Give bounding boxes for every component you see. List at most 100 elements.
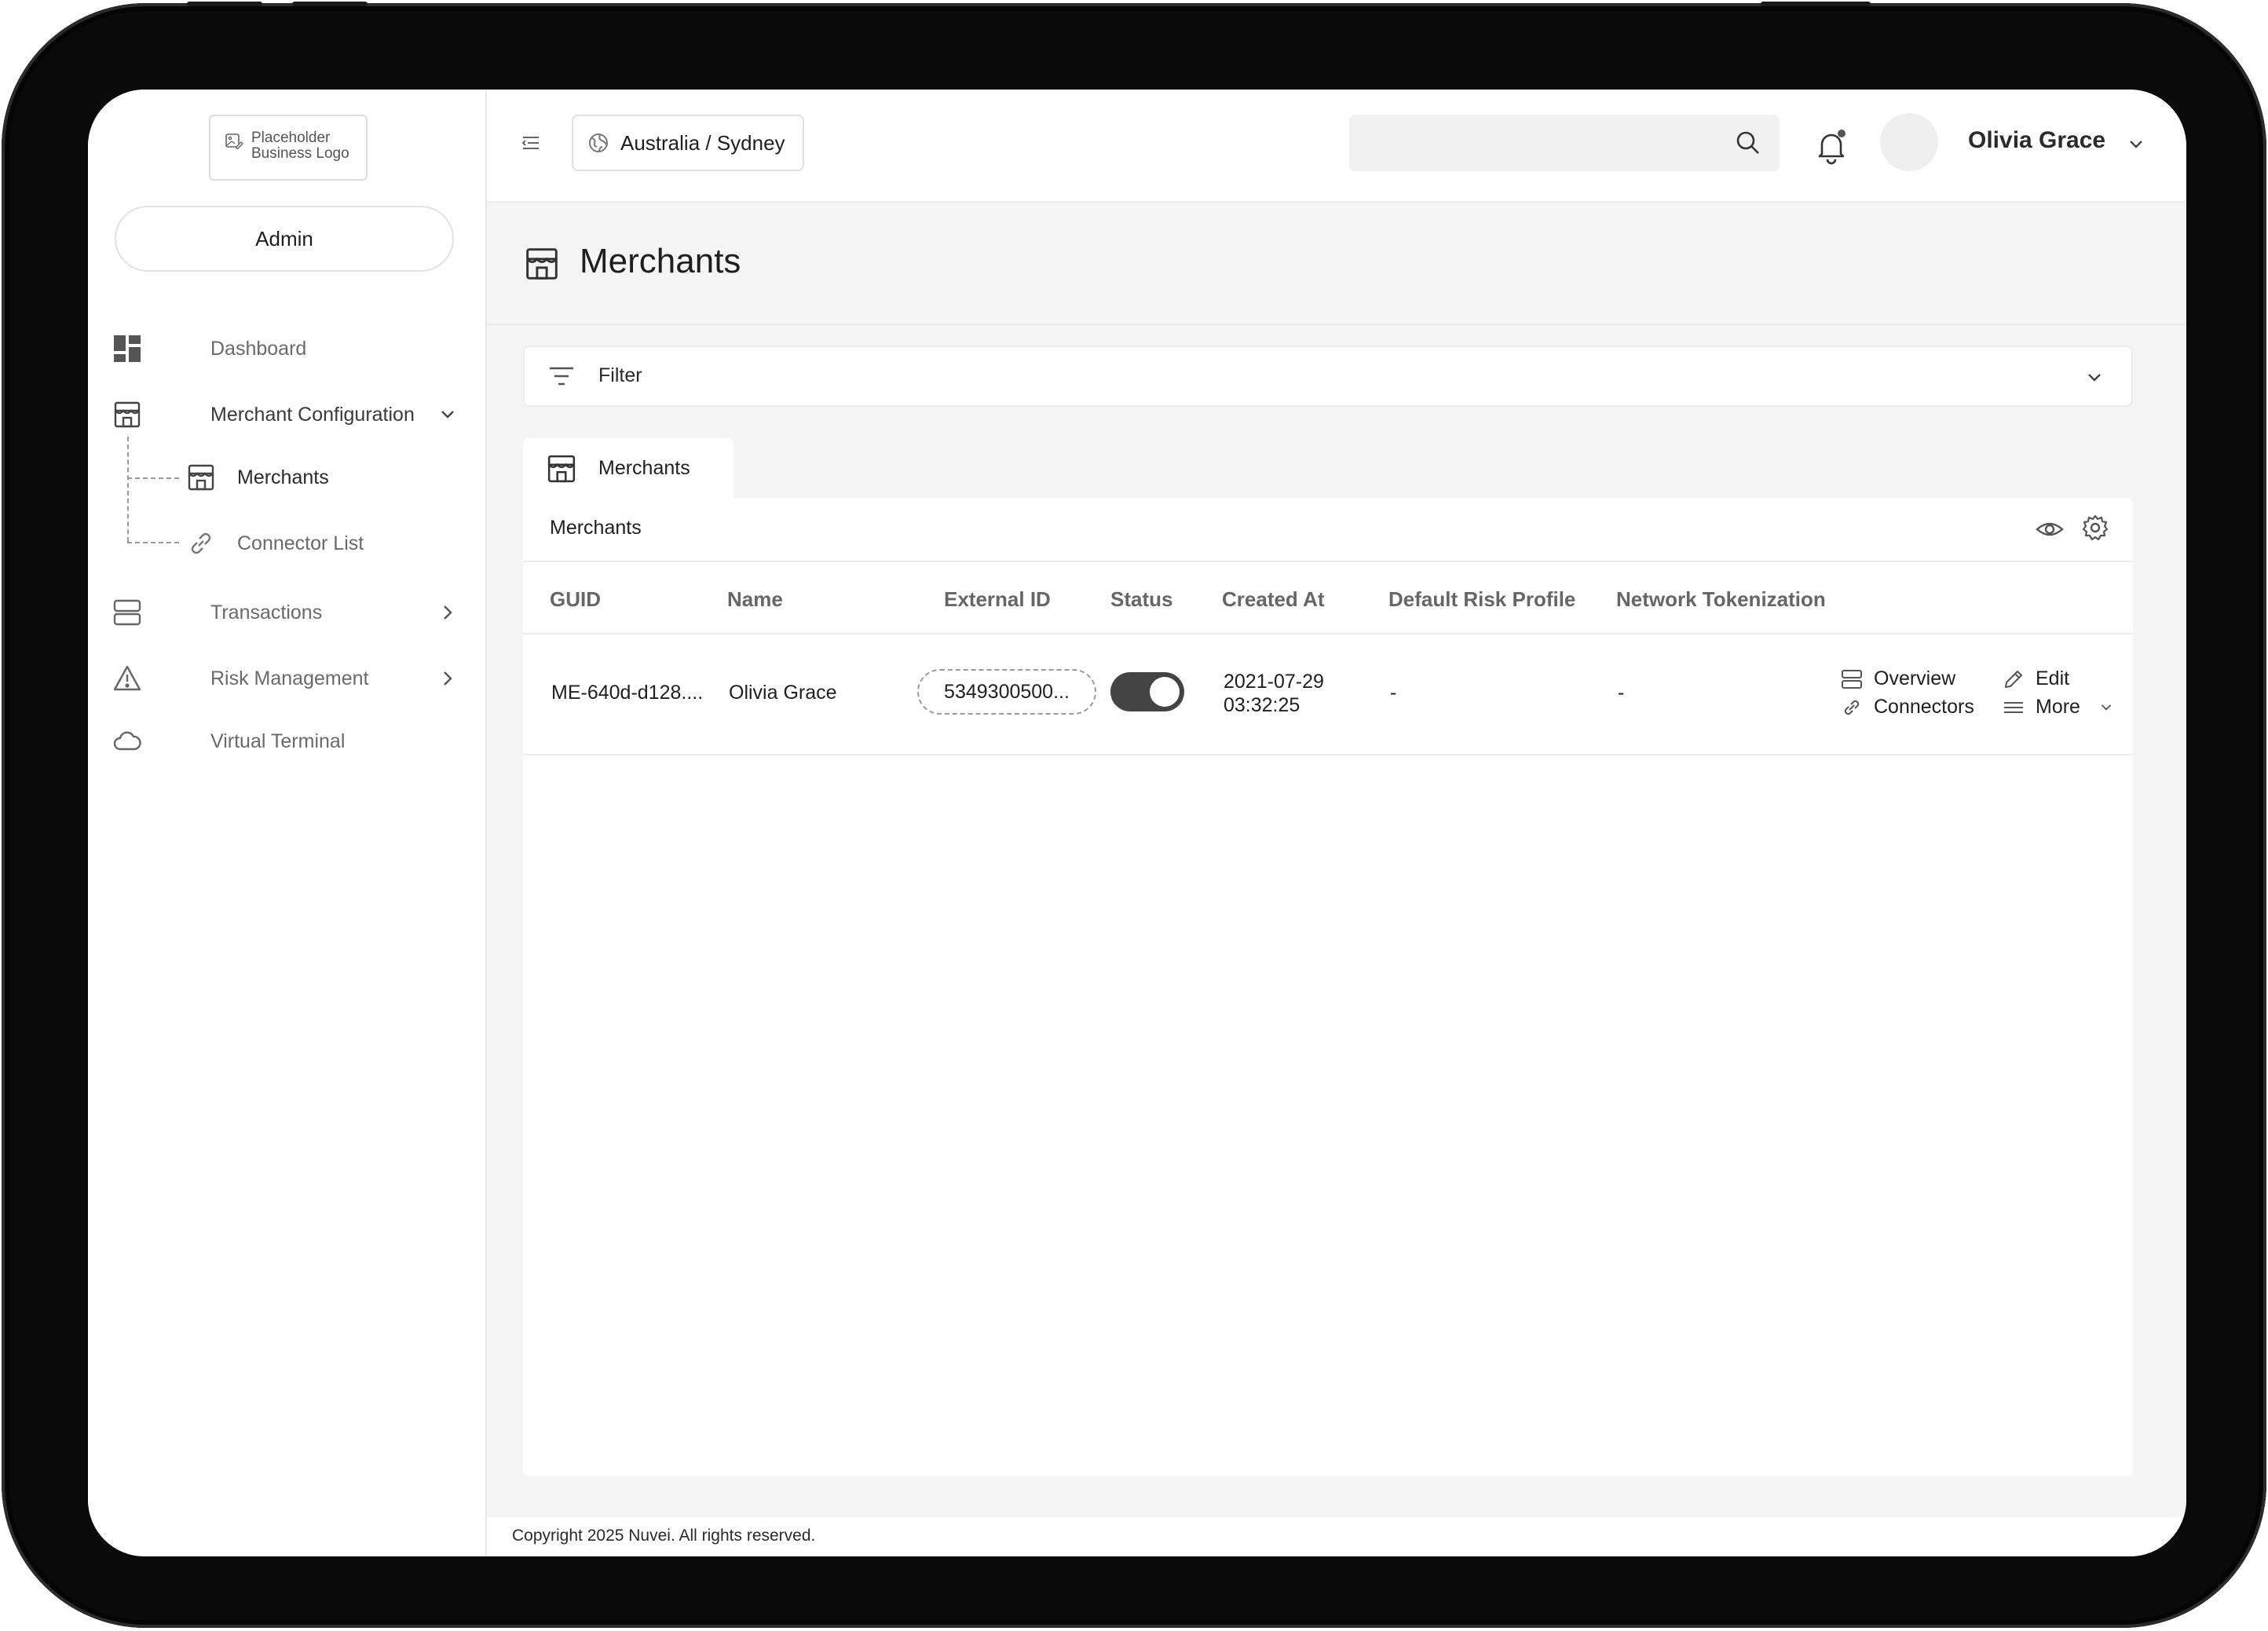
more-action[interactable]: More: [2003, 696, 2115, 719]
timezone-label: Australia / Sydney: [620, 130, 785, 155]
chevron-right-icon: [444, 671, 452, 686]
overview-icon: [1842, 669, 1862, 689]
more-label: More: [2036, 696, 2080, 718]
transactions-icon: [112, 597, 143, 628]
sidebar-item-label: Merchants: [237, 466, 329, 488]
search-input[interactable]: [1349, 115, 1780, 171]
chevron-right-icon: [444, 605, 452, 620]
overview-action[interactable]: Overview: [1841, 667, 1955, 690]
link-icon: [191, 532, 211, 554]
edit-action[interactable]: Edit: [2003, 667, 2069, 690]
page: Placeholder Business Logo Admin Dashboar…: [0, 0, 2268, 1631]
pencil-icon: [2005, 670, 2022, 688]
image-edit-icon: [225, 133, 243, 149]
cell-created-date: 2021-07-29: [1224, 671, 1324, 693]
tablet-frame: Placeholder Business Logo Admin Dashboar…: [2, 2, 2266, 1628]
edit-label: Edit: [2036, 667, 2070, 689]
role-switcher[interactable]: Admin: [115, 206, 454, 272]
divider: [523, 633, 2133, 634]
column-header-created-at[interactable]: Created At: [1222, 587, 1325, 612]
user-name[interactable]: Olivia Grace: [1968, 127, 2105, 154]
logo-line-2: Business Logo: [251, 145, 349, 162]
sidebar-item-connector-list[interactable]: Connector List: [187, 521, 364, 565]
cell-guid[interactable]: ME-640d-d128....: [551, 682, 703, 704]
sidebar-item-label: Dashboard: [210, 337, 307, 360]
sidebar-item-merchant-configuration[interactable]: Merchant Configuration: [112, 391, 454, 438]
sidebar-item-label: Virtual Terminal: [210, 730, 346, 752]
page-title: Merchants: [580, 242, 741, 280]
business-logo[interactable]: Placeholder Business Logo: [209, 115, 368, 181]
panel-title: Merchants: [550, 517, 642, 539]
cell-network-tokenization: -: [1618, 682, 1625, 704]
sidebar-item-virtual-terminal[interactable]: Virtual Terminal: [112, 718, 345, 765]
cell-external-id: 5349300500...: [944, 680, 1070, 703]
power-button: [1761, 2, 1871, 6]
sidebar-item-label: Risk Management: [210, 667, 369, 689]
globe-icon: [589, 133, 608, 152]
sidebar-item-merchants[interactable]: Merchants: [187, 455, 329, 499]
notification-dot: [1838, 130, 1845, 137]
column-header-guid[interactable]: GUID: [550, 587, 601, 612]
merchants-table-panel: Merchants GUID Name External ID Status C…: [523, 498, 2133, 1476]
logo-text: Placeholder Business Logo: [251, 130, 349, 162]
filter-bar[interactable]: Filter: [523, 346, 2133, 407]
tree-line: [127, 542, 179, 543]
filter-label: Filter: [598, 364, 642, 386]
timezone-selector[interactable]: Australia / Sydney: [572, 115, 804, 171]
sidebar-item-risk-management[interactable]: Risk Management: [112, 655, 452, 702]
sidebar-item-transactions[interactable]: Transactions: [112, 589, 452, 636]
link-icon: [1844, 700, 1860, 715]
search-icon[interactable]: [1734, 129, 1762, 157]
store-icon: [526, 248, 558, 280]
external-id-chip[interactable]: 5349300500...: [917, 669, 1096, 715]
column-header-name[interactable]: Name: [727, 587, 783, 612]
sidebar-item-label: Transactions: [210, 601, 323, 624]
top-header: Australia / Sydney Olivia Grace: [487, 90, 2186, 203]
store-icon: [547, 455, 576, 483]
menu-icon: [2004, 701, 2023, 713]
cloud-icon: [112, 726, 143, 757]
warning-icon: [112, 663, 143, 694]
copyright-text: Copyright 2025 Nuvei. All rights reserve…: [512, 1527, 816, 1545]
sidebar: Placeholder Business Logo Admin Dashboar…: [88, 90, 487, 1556]
page-header: Merchants: [487, 203, 2186, 325]
volume-button: [292, 2, 368, 6]
sidebar-item-label: Merchant Configuration: [210, 403, 415, 426]
store-icon: [188, 464, 214, 491]
chevron-down-icon: [441, 411, 454, 419]
screen: Placeholder Business Logo Admin Dashboar…: [88, 90, 2186, 1556]
column-header-status[interactable]: Status: [1110, 587, 1172, 612]
footer: Copyright 2025 Nuvei. All rights reserve…: [487, 1517, 2186, 1556]
tab-label: Merchants: [598, 457, 690, 479]
connectors-action[interactable]: Connectors: [1841, 696, 1974, 719]
sidebar-item-dashboard[interactable]: Dashboard: [112, 325, 306, 372]
filter-icon: [550, 367, 573, 386]
cell-created-time: 03:32:25: [1224, 694, 1300, 716]
cell-default-risk-profile: -: [1390, 682, 1397, 704]
column-header-external-id[interactable]: External ID: [944, 587, 1051, 612]
chevron-down-icon[interactable]: [2084, 368, 2105, 388]
overview-label: Overview: [1874, 667, 1956, 689]
gear-icon[interactable]: [2081, 514, 2109, 542]
store-icon: [112, 399, 143, 430]
collapse-sidebar-icon[interactable]: [518, 130, 543, 155]
toggle-knob: [1150, 677, 1180, 707]
chevron-down-icon: [2101, 704, 2112, 711]
role-label: Admin: [255, 226, 313, 251]
status-toggle[interactable]: [1110, 672, 1184, 711]
volume-button: [187, 2, 262, 6]
divider: [523, 754, 2133, 755]
main-content: Merchants Filter Merchants Merchants GUI…: [487, 203, 2186, 1556]
logo-line-1: Placeholder: [251, 130, 331, 146]
connectors-label: Connectors: [1874, 696, 1974, 718]
notification-bell-icon[interactable]: [1814, 127, 1849, 165]
avatar[interactable]: [1880, 113, 1938, 171]
eye-icon[interactable]: [2036, 515, 2064, 543]
chevron-down-icon[interactable]: [2125, 133, 2147, 155]
column-header-network-tokenization[interactable]: Network Tokenization: [1616, 587, 1826, 612]
tree-line: [127, 477, 179, 479]
tree-line: [127, 437, 129, 542]
sidebar-item-label: Connector List: [237, 532, 364, 554]
tab-merchants[interactable]: Merchants: [523, 438, 733, 498]
column-header-default-risk-profile[interactable]: Default Risk Profile: [1388, 587, 1575, 612]
